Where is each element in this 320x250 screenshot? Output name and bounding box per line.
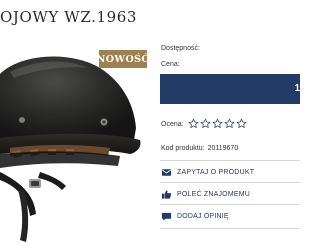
- product-image[interactable]: [0, 44, 152, 250]
- star-icon[interactable]: [224, 118, 235, 129]
- add-to-cart-button[interactable]: 1: [160, 74, 300, 104]
- product-code-value: 20119670: [207, 145, 239, 152]
- star-icon[interactable]: [188, 118, 199, 129]
- product-code: Kod produktu: 20119670: [161, 145, 238, 152]
- helmet-image-icon: [0, 56, 141, 242]
- ask-about-product-label: ZAPYTAJ O PRODUKT: [177, 168, 255, 176]
- divider: [160, 182, 300, 183]
- thumbs-up-icon: [161, 189, 172, 199]
- divider: [160, 204, 300, 205]
- new-badge: NOWOŚĆ: [97, 50, 149, 68]
- availability-label: Dostępność:: [161, 45, 200, 52]
- product-title: OJOWY WZ.1963: [0, 8, 138, 26]
- cart-button-label: 1: [294, 83, 300, 94]
- recommend-to-friend-label: POLEĆ ZNAJOMEMU: [177, 190, 251, 198]
- ask-about-product-button[interactable]: ZAPYTAJ O PRODUKT: [161, 164, 254, 180]
- add-review-button[interactable]: DODAJ OPINIĘ: [161, 208, 229, 224]
- divider: [160, 228, 300, 229]
- recommend-to-friend-button[interactable]: POLEĆ ZNAJOMEMU: [161, 186, 250, 202]
- product-page: OJOWY WZ.1963 NOWOŚĆ Dostępność: Cena: 1…: [0, 0, 300, 250]
- envelope-icon: [161, 168, 172, 176]
- star-icon[interactable]: [200, 118, 211, 129]
- price-label: Cena:: [161, 61, 180, 68]
- product-code-label: Kod produktu:: [161, 145, 205, 152]
- add-review-label: DODAJ OPINIĘ: [177, 212, 229, 220]
- divider: [160, 160, 300, 161]
- rating-stars[interactable]: [188, 118, 248, 129]
- star-icon[interactable]: [236, 118, 247, 129]
- speech-bubble-icon: [161, 212, 172, 221]
- rating-label: Ocena:: [161, 121, 184, 128]
- star-icon[interactable]: [212, 118, 223, 129]
